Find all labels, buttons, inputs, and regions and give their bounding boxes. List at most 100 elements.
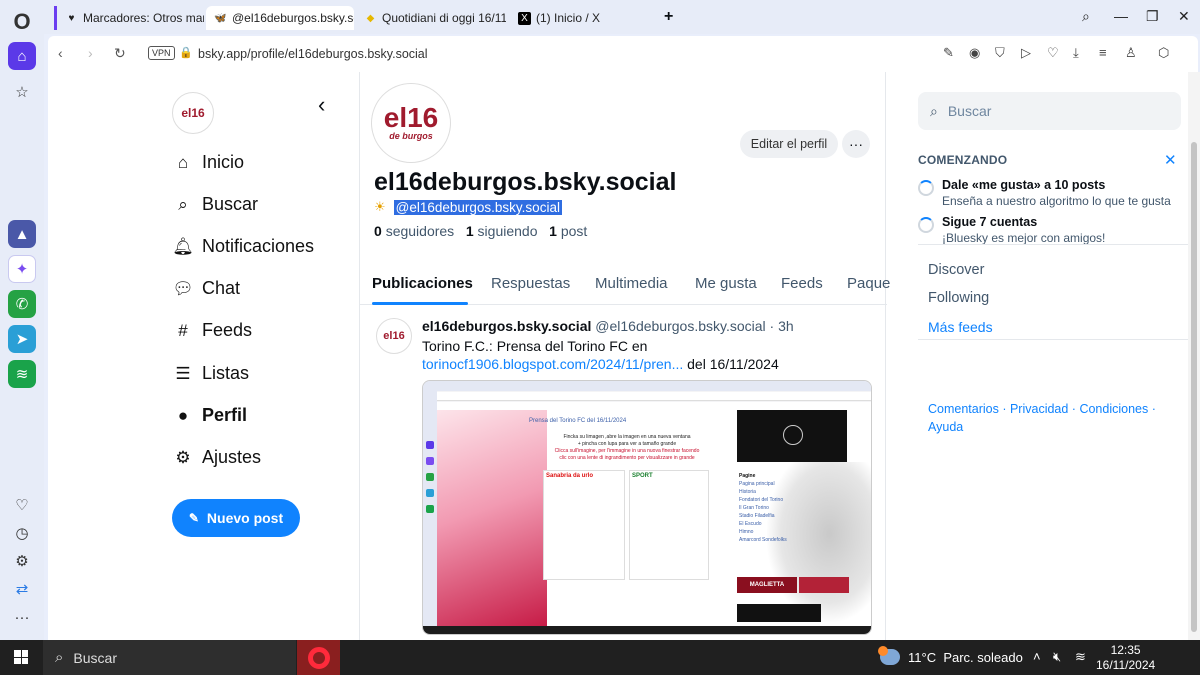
more-icon[interactable]: ··· — [8, 603, 36, 631]
footer-link-help[interactable]: Ayuda — [928, 420, 963, 434]
profile-handle[interactable]: @el16deburgos.bsky.social — [393, 199, 562, 215]
tab-me-gusta[interactable]: Me gusta — [695, 275, 757, 292]
post-image[interactable]: Prensa del Torino FC del 16/11/2024 Finc… — [422, 380, 872, 635]
star-icon[interactable]: ☆ — [8, 78, 36, 106]
following-label[interactable]: siguiendo — [478, 223, 538, 239]
feed-following[interactable]: Following — [928, 290, 989, 306]
tab-respuestas[interactable]: Respuestas — [491, 275, 570, 292]
edit-icon[interactable]: ✎ — [943, 45, 954, 61]
profile-avatar[interactable]: el16 de burgos — [372, 84, 450, 162]
menu-icon[interactable]: ≡ — [1099, 45, 1107, 60]
tab-bluesky[interactable]: 🦋 @el16deburgos.bsky.social — [206, 6, 354, 30]
profile-icon[interactable]: ♙ — [1125, 45, 1137, 61]
messenger-icon[interactable]: ✦ — [8, 255, 36, 283]
tab-multimedia[interactable]: Multimedia — [595, 275, 668, 292]
embed-black-box — [737, 604, 821, 622]
heart-icon[interactable]: ♡ — [8, 491, 36, 519]
lock-icon[interactable]: 🔒 — [179, 46, 193, 59]
volume-icon[interactable]: 🔇︎ — [1053, 649, 1061, 665]
sidebar-item-notificaciones[interactable]: 🔔︎ Notificaciones — [172, 236, 314, 257]
sidebar-item-label: Notificaciones — [202, 236, 315, 256]
aria-icon[interactable]: ▲ — [8, 220, 36, 248]
post-avatar[interactable]: el16 — [376, 318, 412, 354]
close-icon[interactable]: ✕ — [1164, 151, 1177, 169]
telegram-icon[interactable]: ➤ — [8, 325, 36, 353]
post-author[interactable]: el16deburgos.bsky.social — [422, 318, 591, 334]
active-tab-indicator — [372, 302, 468, 305]
feed-discover[interactable]: Discover — [928, 262, 984, 278]
restore-icon[interactable]: ❐ — [1146, 8, 1159, 25]
sidebar-item-perfil[interactable]: ● Perfil — [172, 405, 247, 426]
tab-label: @el16deburgos.bsky.social — [232, 11, 354, 25]
sidebar-item-listas[interactable]: ☰ Listas — [172, 363, 249, 384]
tab-feeds[interactable]: Feeds — [781, 275, 823, 292]
translate-icon[interactable]: ⇄ — [8, 575, 36, 603]
new-tab-button[interactable]: + — [664, 8, 673, 26]
footer-links: Comentarios · Privacidad · Condiciones ·… — [928, 400, 1188, 436]
search-tabs-icon[interactable]: ⌕ — [1082, 8, 1090, 25]
post-link[interactable]: torinocf1906.blogspot.com/2024/11/pren..… — [422, 356, 683, 372]
home-icon: ⌂ — [177, 152, 189, 172]
search-input[interactable]: ⌕ Buscar — [918, 92, 1181, 130]
tab-quotidiani[interactable]: ◆ Quotidiani di oggi 16/11/2 — [356, 6, 506, 30]
task-title: Dale «me gusta» a 10 posts — [942, 178, 1106, 192]
sidebar-item-label: Listas — [202, 363, 250, 383]
compose-icon: ✎ — [188, 511, 199, 525]
spotify-icon[interactable]: ≋ — [8, 360, 36, 388]
sidebar-item-ajustes[interactable]: ⚙ Ajustes — [172, 447, 261, 468]
play-icon[interactable]: ▷ — [1021, 45, 1031, 61]
extensions-icon[interactable]: ⬡ — [1158, 45, 1169, 61]
wifi-icon[interactable]: ≋ — [1075, 649, 1086, 665]
whatsapp-icon[interactable]: ✆ — [8, 290, 36, 318]
post-time[interactable]: · 3h — [770, 318, 794, 334]
reload-icon[interactable]: ↻ — [114, 45, 126, 62]
new-post-button[interactable]: ✎ Nuevo post — [172, 499, 300, 537]
footer-link-line[interactable]: Comentarios · Privacidad · Condiciones · — [928, 402, 1156, 416]
vpn-badge[interactable]: VPN — [148, 46, 175, 60]
search-placeholder: Buscar — [947, 103, 992, 119]
tab-bookmarks[interactable]: ♥ Marcadores: Otros marcado — [54, 6, 204, 30]
camera-icon[interactable]: ◉ — [969, 45, 980, 61]
clock-time: 12:35 — [1110, 643, 1141, 657]
sidebar-item-inicio[interactable]: ⌂ Inicio — [172, 152, 244, 173]
back-icon[interactable]: ‹ — [58, 45, 63, 61]
search-icon: ⌕ — [930, 102, 938, 119]
download-icon[interactable]: ⤓ — [1073, 45, 1079, 61]
followers-label[interactable]: seguidores — [386, 223, 455, 239]
opera-logo-icon[interactable]: O — [8, 8, 36, 36]
sidebar-item-buscar[interactable]: ⌕ Buscar — [172, 194, 258, 215]
sidebar-item-feeds[interactable]: # Feeds — [172, 320, 252, 341]
more-feeds-link[interactable]: Más feeds — [928, 319, 993, 335]
tab-paquetes[interactable]: Paque — [847, 275, 890, 292]
edit-profile-button[interactable]: Editar el perfil — [740, 130, 838, 158]
taskbar-clock[interactable]: 12:35 16/11/2024 — [1096, 643, 1155, 673]
windows-start-icon[interactable] — [14, 650, 28, 664]
favorite-icon[interactable]: ♡ — [1047, 45, 1059, 61]
scrollbar-thumb[interactable] — [1191, 142, 1197, 632]
more-options-button[interactable]: ··· — [842, 130, 870, 158]
minimize-icon[interactable]: — — [1114, 8, 1128, 24]
followers-count[interactable]: 0 — [374, 223, 382, 239]
chevron-up-icon[interactable]: ˄ — [1033, 649, 1041, 664]
taskbar-search[interactable]: ⌕ Buscar — [43, 640, 296, 675]
forward-icon[interactable]: › — [88, 45, 93, 61]
task-description: Enseña a nuestro algoritmo lo que te gus… — [942, 194, 1171, 208]
adblock-icon[interactable]: ⛉ — [995, 45, 1005, 61]
tab-publicaciones[interactable]: Publicaciones — [372, 275, 473, 292]
history-icon[interactable]: ◷ — [8, 519, 36, 547]
sidebar-avatar[interactable]: el16 — [172, 92, 214, 134]
post-handle[interactable]: @el16deburgos.bsky.social — [595, 318, 765, 334]
settings-icon[interactable]: ⚙ — [8, 547, 36, 575]
getting-started-title: COMENZANDO — [918, 153, 1008, 167]
tab-x[interactable]: X (1) Inicio / X — [510, 6, 660, 30]
sidebar-item-chat[interactable]: 💬︎ Chat — [172, 278, 240, 299]
url-field[interactable]: bsky.app/profile/el16deburgos.bsky.socia… — [198, 47, 428, 61]
tab-label: (1) Inicio / X — [536, 11, 601, 25]
weather-widget[interactable]: 11°C Parc. soleado — [878, 646, 1023, 665]
close-icon[interactable]: ✕ — [1178, 8, 1190, 25]
home-icon[interactable]: ⌂ — [8, 42, 36, 70]
page-scrollbar[interactable] — [1188, 72, 1200, 640]
collapse-icon[interactable]: ‹ — [318, 92, 325, 118]
opera-taskbar-icon[interactable] — [297, 640, 340, 675]
following-count[interactable]: 1 — [466, 223, 474, 239]
